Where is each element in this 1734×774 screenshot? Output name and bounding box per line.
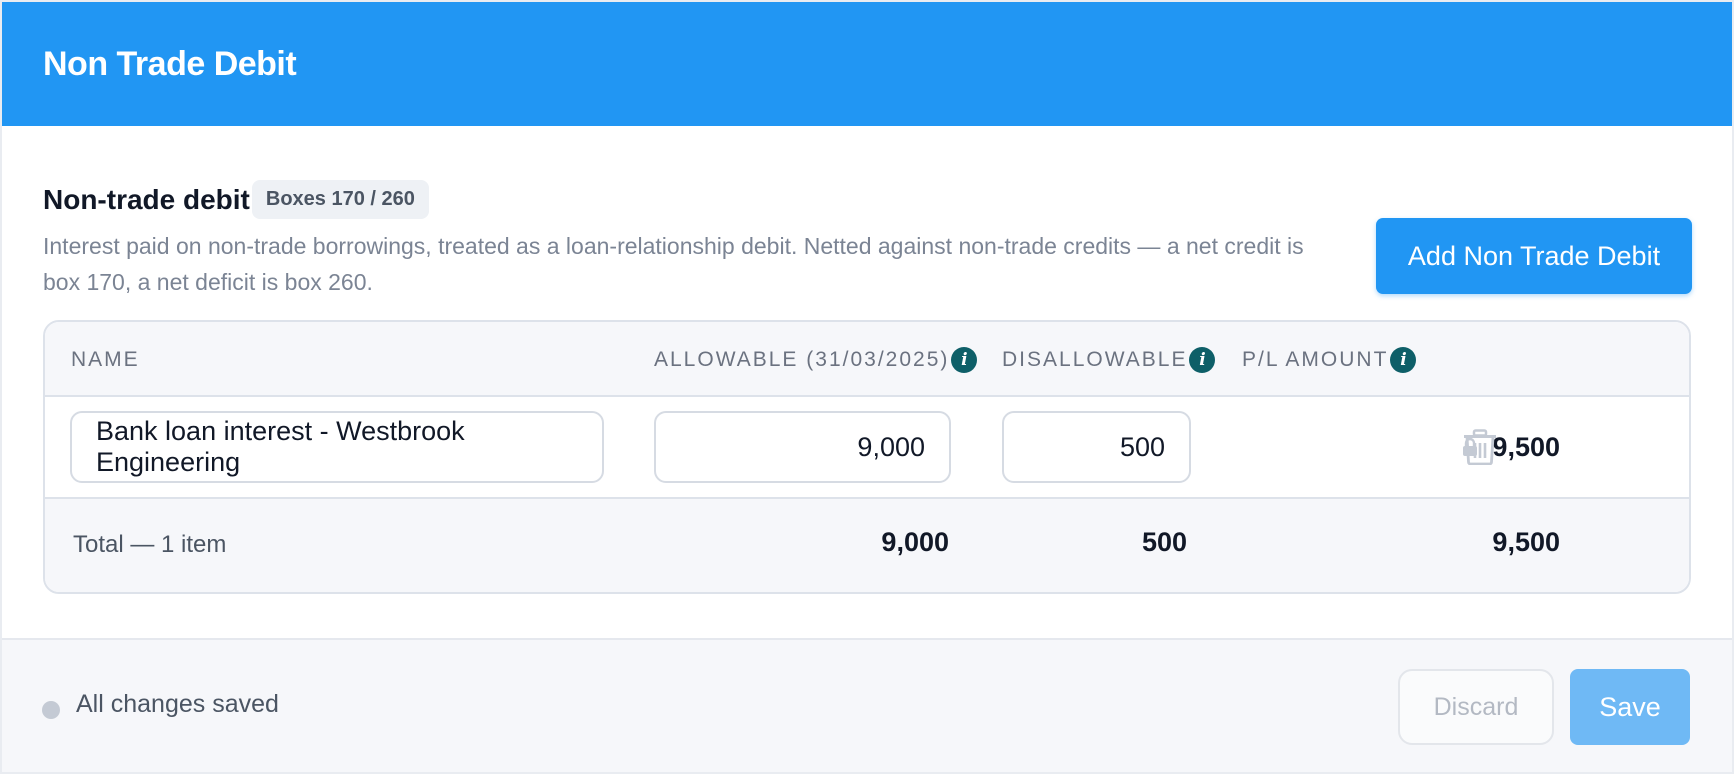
column-header-disallowable-label: DISALLOWABLE	[1002, 347, 1188, 371]
debits-table: NAME ALLOWABLE (31/03/2025) i DISALLOWAB…	[43, 320, 1691, 594]
table-header: NAME ALLOWABLE (31/03/2025) i DISALLOWAB…	[45, 322, 1689, 397]
table-row: Bank loan interest - Westbrook Engineeri…	[45, 397, 1689, 499]
total-pl-amount: 9,500	[1492, 526, 1560, 557]
column-header-allowable: ALLOWABLE (31/03/2025) i	[654, 322, 978, 397]
column-header-disallowable: DISALLOWABLE i	[1002, 322, 1216, 397]
table-total-row: Total — 1 item 9,000 500 9,500	[45, 499, 1689, 592]
modal-content: Non-trade debit Boxes 170 / 260 Interest…	[2, 126, 1732, 638]
column-header-name: NAME	[71, 322, 140, 397]
modal-title: Non Trade Debit	[43, 44, 297, 83]
total-allowable: 9,000	[881, 526, 949, 557]
non-trade-debit-modal: Non Trade Debit Non-trade debit Boxes 17…	[2, 2, 1732, 772]
disallowable-info-icon[interactable]: i	[1189, 346, 1216, 373]
column-header-pl-amount-label: P/L AMOUNT	[1242, 347, 1389, 371]
save-button[interactable]: Save	[1570, 669, 1690, 745]
total-disallowable: 500	[1141, 526, 1187, 557]
modal-footer: All changes saved Discard Save	[2, 638, 1732, 772]
section-description: Interest paid on non-trade borrowings, t…	[43, 233, 1304, 295]
modal-header: Non Trade Debit	[2, 2, 1732, 126]
column-header-allowable-label: ALLOWABLE (31/03/2025)	[654, 347, 950, 371]
column-header-pl-amount: P/L AMOUNT i	[1242, 322, 1417, 397]
boxes-badge: Boxes 170 / 260	[251, 180, 429, 219]
column-header-name-label: NAME	[71, 347, 140, 371]
add-non-trade-debit-button[interactable]: Add Non Trade Debit	[1376, 218, 1692, 294]
disallowable-input[interactable]: 500	[1002, 411, 1191, 483]
trash-icon[interactable]	[1463, 429, 1497, 465]
pl-amount-info-icon[interactable]: i	[1390, 346, 1417, 373]
discard-button[interactable]: Discard	[1398, 669, 1554, 745]
save-status-text: All changes saved	[76, 690, 279, 718]
section-heading: Non-trade debit Boxes 170 / 260	[43, 180, 429, 219]
status-dot	[42, 701, 60, 719]
debit-name-input[interactable]: Bank loan interest - Westbrook Engineeri…	[70, 411, 604, 483]
allowable-info-icon[interactable]: i	[951, 346, 978, 373]
section-title: Non-trade debit	[43, 183, 250, 215]
total-label: Total — 1 item	[73, 530, 227, 558]
pl-amount-value: 9,500	[1492, 431, 1560, 462]
allowable-input[interactable]: 9,000	[654, 411, 951, 483]
